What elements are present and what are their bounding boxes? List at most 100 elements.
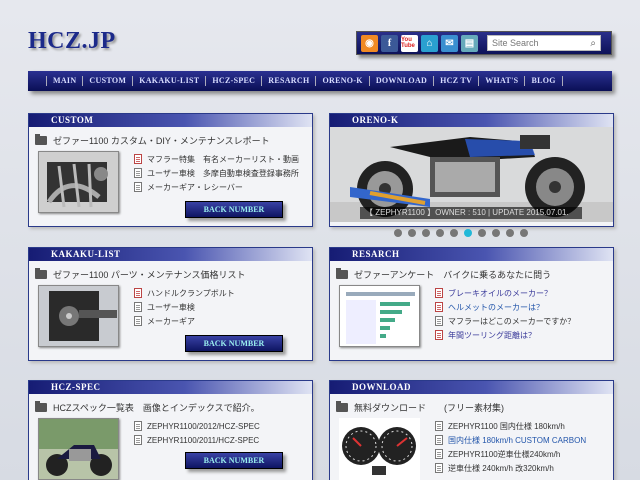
youtube-icon[interactable]: You Tube [401,34,418,52]
slide-dot[interactable] [478,229,486,237]
list-item[interactable]: ZEPHYR1100逆車仕様240km/h [435,447,586,461]
chat-icon[interactable]: ✉ [441,34,458,52]
slide-dot[interactable] [394,229,402,237]
custom-thumbnail[interactable] [38,151,119,213]
document-icon [134,168,142,178]
download-list: ZEPHYR1100 国内仕様 180km/h 国内仕様 180km/h CUS… [435,419,586,475]
list-item[interactable]: ZEPHYR1100 国内仕様 180km/h [435,419,586,433]
rss-icon[interactable]: ◉ [361,34,378,52]
folder-icon [35,134,47,145]
nav-hcz-tv[interactable]: HCZ TV [433,76,478,86]
nav-blog[interactable]: BLOG [524,76,563,86]
list-item-text[interactable]: ユーザー車検 [147,302,195,313]
resarch-panel: RESARCH ゼファーアンケート バイクに乗るあなたに問う ブレーキオイルのメ… [329,247,614,361]
list-item[interactable]: ZEPHYR1100/2012/HCZ-SPEC [134,419,260,433]
document-icon [435,435,443,445]
document-icon [435,421,443,431]
nav-custom[interactable]: CUSTOM [82,76,132,86]
document-icon [134,316,142,326]
list-item[interactable]: 年間ツーリング距離は？ [435,328,575,342]
list-item-text[interactable]: ハンドルクランプボルト [147,288,235,299]
download-subtitle-text[interactable]: 無料ダウンロード (フリー素材集) [354,401,504,414]
document-icon [435,288,443,298]
nav-kakaku-list[interactable]: KAKAKU-LIST [132,76,205,86]
list-item[interactable]: ブレーキオイルのメーカー？ [435,286,575,300]
list-item-text[interactable]: ZEPHYR1100/2012/HCZ-SPEC [147,422,260,431]
nav-whats[interactable]: WHAT'S [478,76,524,86]
slide-dot[interactable] [422,229,430,237]
list-item[interactable]: 国内仕様 180km/h CUSTOM CARBON [435,433,586,447]
resarch-subtitle-text[interactable]: ゼファーアンケート バイクに乗るあなたに問う [354,268,551,281]
resarch-heading[interactable]: RESARCH [330,248,613,261]
facebook-icon[interactable]: f [381,34,398,52]
download-heading[interactable]: DOWNLOAD [330,381,613,394]
list-item-text[interactable]: 逆車仕様 240km/h 改320km/h [448,463,554,474]
folder-icon [35,268,47,279]
spec-list: ZEPHYR1100/2012/HCZ-SPEC ZEPHYR1100/2011… [134,419,260,447]
kakaku-subtitle-text[interactable]: ゼファー1100 パーツ・メンテナンス価格リスト [53,268,246,281]
nav-hcz-spec[interactable]: HCZ-SPEC [205,76,261,86]
site-logo[interactable]: HCZ.JP [28,28,116,55]
slide-dot[interactable] [492,229,500,237]
nav-download[interactable]: DOWNLOAD [368,76,433,86]
spec-subtitle: HCZスペック一覧表 画像とインデックスで紹介。 [35,401,260,414]
slide-indicators [394,229,528,237]
list-item-text[interactable]: ZEPHYR1100逆車仕様240km/h [448,449,560,460]
folder-icon [336,268,348,279]
list-item-text[interactable]: マフラーはどこのメーカーですか？ [448,316,575,327]
oreno-heading[interactable]: ORENO-K [330,114,613,127]
list-item[interactable]: メーカーギア・レシーバー [134,180,299,194]
main-nav: MAIN CUSTOM KAKAKU-LIST HCZ-SPEC RESARCH… [28,71,612,91]
kakaku-back-number-button[interactable]: BACK NUMBER [185,335,283,352]
custom-heading[interactable]: CUSTOM [29,114,312,127]
list-item[interactable]: ZEPHYR1100/2011/HCZ-SPEC [134,433,260,447]
list-item-text[interactable]: ZEPHYR1100/2011/HCZ-SPEC [147,436,259,445]
list-item-text[interactable]: メーカーギア [147,316,195,327]
slide-dot-active[interactable] [464,229,472,237]
spec-subtitle-text[interactable]: HCZスペック一覧表 画像とインデックスで紹介。 [53,401,260,414]
list-item-text[interactable]: ブレーキオイルのメーカー？ [448,288,552,299]
list-item-text[interactable]: 国内仕様 180km/h CUSTOM CARBON [448,435,586,446]
list-item[interactable]: ヘルメットのメーカーは？ [435,300,575,314]
list-item[interactable]: ハンドルクランプボルト [134,286,235,300]
nav-resarch[interactable]: RESARCH [261,76,315,86]
list-item-text[interactable]: ZEPHYR1100 国内仕様 180km/h [448,421,565,432]
document-icon [435,302,443,312]
list-item[interactable]: ユーザー車検 [134,300,235,314]
mail-icon[interactable]: ▤ [461,34,478,52]
kakaku-thumbnail[interactable] [38,285,119,347]
custom-subtitle-text[interactable]: ゼファー1100 カスタム・DIY・メンテナンスレポート [53,134,270,147]
slide-dot[interactable] [450,229,458,237]
search-icon[interactable]: ⌕ [590,38,596,49]
spec-back-number-button[interactable]: BACK NUMBER [185,452,283,469]
slide-dot[interactable] [436,229,444,237]
nav-main[interactable]: MAIN [46,76,82,86]
slide-dot[interactable] [506,229,514,237]
download-thumbnail[interactable] [339,418,420,480]
custom-back-number-button[interactable]: BACK NUMBER [185,201,283,218]
slide-dot[interactable] [520,229,528,237]
spec-thumbnail[interactable] [38,418,119,480]
list-item[interactable]: ユーザー車検 多摩自動車検査登録事務所 [134,166,299,180]
list-item-text[interactable]: 年間ツーリング距離は？ [448,330,536,341]
nav-oreno-k[interactable]: ORENO-K [315,76,368,86]
search-input[interactable]: Site Search ⌕ [487,35,601,51]
document-icon [435,330,443,340]
document-icon [134,421,142,431]
list-item[interactable]: マフラーはどこのメーカーですか？ [435,314,575,328]
search-placeholder: Site Search [492,38,539,48]
list-item-text[interactable]: マフラー特集 有名メーカーリスト・動画 [147,154,299,165]
list-item[interactable]: 逆車仕様 240km/h 改320km/h [435,461,586,475]
slide-dot[interactable] [408,229,416,237]
list-item-text[interactable]: ヘルメットのメーカーは？ [448,302,544,313]
kakaku-heading[interactable]: KAKAKU-LIST [29,248,312,261]
spec-heading[interactable]: HCZ-SPEC [29,381,312,394]
document-icon [435,463,443,473]
list-item[interactable]: マフラー特集 有名メーカーリスト・動画 [134,152,299,166]
home-icon[interactable]: ⌂ [421,34,438,52]
document-icon [134,182,142,192]
list-item-text[interactable]: メーカーギア・レシーバー [147,182,243,193]
resarch-thumbnail[interactable] [339,285,420,347]
list-item[interactable]: メーカーギア [134,314,235,328]
list-item-text[interactable]: ユーザー車検 多摩自動車検査登録事務所 [147,168,299,179]
